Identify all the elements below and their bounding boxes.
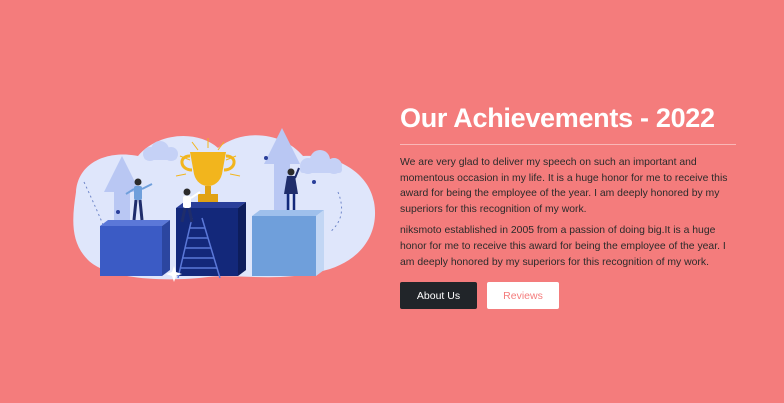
description-paragraph: We are very glad to deliver my speech on… [400, 157, 728, 215]
page-title: Our Achievements - 2022 [400, 103, 715, 133]
reviews-button[interactable]: Reviews [487, 282, 559, 310]
history-paragraph: niksmoto established in 2005 from a pass… [400, 225, 726, 268]
about-us-button[interactable]: About Us [400, 282, 477, 310]
achievements-content: Our Achievements - 2022 We are very glad… [400, 100, 736, 310]
achievements-illustration [73, 128, 376, 282]
action-buttons: About Us Reviews [400, 282, 736, 310]
cloud-icon [300, 150, 342, 174]
title-divider [400, 144, 736, 145]
podium-left [100, 220, 170, 276]
podium-right [252, 210, 324, 276]
achievements-section: Our Achievements - 2022 We are very glad… [0, 0, 784, 403]
